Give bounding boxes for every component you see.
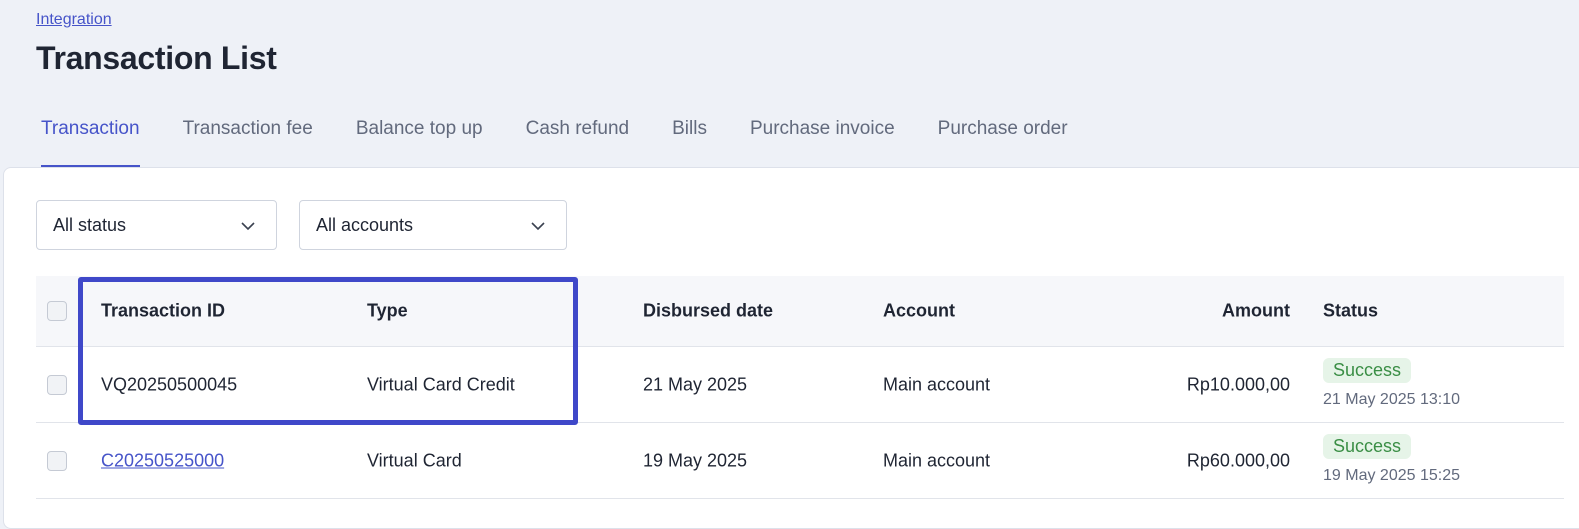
tab-purchase-order[interactable]: Purchase order: [938, 113, 1068, 167]
status-timestamp: 21 May 2025 13:10: [1323, 391, 1460, 408]
table-header-row: Transaction ID Type Disbursed date Accou…: [36, 276, 1564, 347]
header-amount: Amount: [1222, 300, 1290, 321]
status-badge: Success: [1323, 358, 1412, 383]
disbursed-date-cell: 21 May 2025: [643, 374, 748, 394]
table-row: C20250525000 Virtual Card 19 May 2025 Ma…: [36, 423, 1564, 499]
tab-purchase-invoice[interactable]: Purchase invoice: [750, 113, 895, 167]
status-cell: Success 19 May 2025 15:25: [1323, 434, 1460, 485]
tab-bar: Transaction Transaction fee Balance top …: [41, 113, 1068, 167]
account-cell: Main account: [883, 374, 991, 394]
transaction-table: Transaction ID Type Disbursed date Accou…: [36, 276, 1564, 499]
amount-cell: Rp10.000,00: [1186, 374, 1290, 394]
type-cell: Virtual Card: [367, 450, 462, 470]
page-title: Transaction List: [36, 40, 277, 76]
row-checkbox[interactable]: [47, 374, 67, 395]
header-status: Status: [1323, 300, 1379, 321]
tab-balance-top-up[interactable]: Balance top up: [356, 113, 483, 167]
tab-transaction[interactable]: Transaction: [41, 113, 140, 167]
tab-cash-refund[interactable]: Cash refund: [526, 113, 630, 167]
breadcrumb-integration[interactable]: Integration: [36, 11, 112, 29]
disbursed-date-cell: 19 May 2025: [643, 450, 748, 470]
header-account: Account: [883, 300, 955, 321]
select-all-checkbox[interactable]: [47, 301, 67, 321]
header-transaction-id: Transaction ID: [101, 300, 226, 321]
amount-cell: Rp60.000,00: [1186, 450, 1290, 470]
accounts-filter-dropdown[interactable]: All accounts: [299, 200, 567, 250]
type-cell: Virtual Card Credit: [367, 374, 515, 394]
tab-transaction-fee[interactable]: Transaction fee: [183, 113, 313, 167]
table-row: VQ20250500045 Virtual Card Credit 21 May…: [36, 347, 1564, 423]
transaction-id-text: VQ20250500045: [101, 374, 238, 394]
status-filter-value: All status: [53, 214, 127, 235]
status-cell: Success 21 May 2025 13:10: [1323, 358, 1460, 409]
transaction-id-link[interactable]: C20250525000: [101, 450, 224, 471]
status-timestamp: 19 May 2025 15:25: [1323, 467, 1460, 484]
header-type: Type: [367, 300, 408, 321]
status-badge: Success: [1323, 434, 1412, 459]
status-filter-dropdown[interactable]: All status: [36, 200, 277, 250]
row-checkbox[interactable]: [47, 450, 67, 471]
tab-bills[interactable]: Bills: [672, 113, 707, 167]
account-cell: Main account: [883, 450, 991, 470]
accounts-filter-value: All accounts: [316, 214, 414, 235]
header-disbursed-date: Disbursed date: [643, 300, 774, 321]
chevron-down-icon: [531, 222, 545, 231]
chevron-down-icon: [241, 222, 255, 231]
